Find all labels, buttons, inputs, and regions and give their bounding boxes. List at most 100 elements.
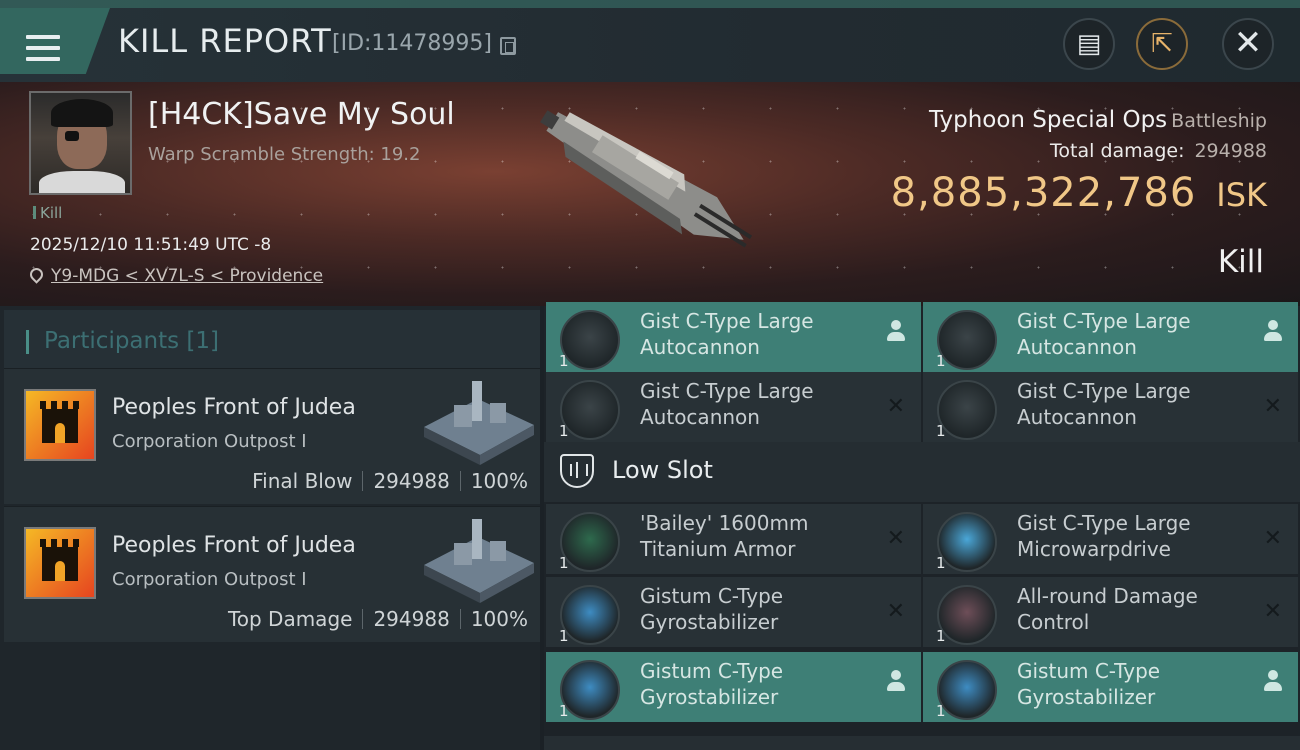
participant-percent: 100%	[470, 607, 528, 631]
victim-portrait[interactable]	[29, 91, 132, 195]
participants-title: Participants [1]	[44, 328, 219, 354]
autocannon-icon	[560, 380, 620, 440]
isk-value-line: 8,885,322,786 ISK	[891, 170, 1267, 216]
participant-corp: Peoples Front of Judea	[112, 395, 356, 420]
item-name: Gist C-Type Large Autocannon	[1017, 379, 1191, 429]
share-button[interactable]: ⇱	[1136, 18, 1188, 70]
kill-location[interactable]: Y9-MDG < XV7L-S < Providence	[27, 265, 323, 286]
report-id: [ID:11478995]	[332, 31, 492, 56]
destroyed-x-icon: ✕	[1263, 394, 1282, 419]
item-quantity: 1	[936, 554, 946, 572]
item-name: Gistum C-Type Gyrostabilizer	[1017, 659, 1161, 709]
fitting-item[interactable]: 1 Gist C-Type Large Autocannon	[546, 302, 921, 372]
destroyed-x-icon: ✕	[1263, 526, 1282, 551]
fitting-item[interactable]: 1 All-round Damage Control ✕	[923, 577, 1298, 647]
outpost-image	[424, 381, 534, 465]
dropped-person-icon	[887, 670, 905, 692]
kill-result: Kill	[1217, 244, 1264, 280]
item-quantity: 1	[936, 422, 946, 440]
gyrostabilizer-icon	[937, 660, 997, 720]
kill-tag: Kill	[33, 204, 62, 222]
ship-image[interactable]	[520, 100, 770, 280]
low-slot-icon	[560, 454, 594, 488]
item-quantity: 1	[559, 627, 569, 645]
participant-ship: Corporation Outpost I	[112, 431, 307, 452]
top-bar: KILL REPORT [ID:11478995] ▤ ⇱ ✕	[0, 0, 1300, 82]
close-button[interactable]: ✕	[1222, 18, 1274, 70]
destroyed-x-icon: ✕	[886, 526, 905, 551]
page-title: KILL REPORT	[118, 22, 332, 60]
dropped-person-icon	[1264, 320, 1282, 342]
isk-unit: ISK	[1216, 176, 1267, 214]
autocannon-icon	[937, 310, 997, 370]
fitting-item[interactable]: 1 Gistum C-Type Gyrostabilizer	[923, 652, 1298, 722]
participant-ship: Corporation Outpost I	[112, 569, 307, 590]
destroyed-x-icon: ✕	[886, 394, 905, 419]
ship-class: Battleship	[1171, 110, 1267, 132]
clipboard-icon: ▤	[1076, 29, 1102, 59]
participant-role: Top Damage	[227, 607, 353, 631]
low-slot-label: Low Slot	[612, 456, 713, 484]
item-name: Gist C-Type Large Autocannon	[640, 309, 814, 359]
item-name: Gistum C-Type Gyrostabilizer	[640, 584, 784, 634]
low-slot-header[interactable]: Low Slot	[544, 442, 1300, 502]
participant-damage: 294988	[373, 469, 450, 493]
fitting-item[interactable]: 1 Gist C-Type Large Autocannon ✕	[923, 372, 1298, 442]
item-quantity: 1	[936, 627, 946, 645]
item-quantity: 1	[936, 702, 946, 720]
participant-role: Final Blow	[252, 469, 353, 493]
ship-name[interactable]: Typhoon Special Ops Battleship	[929, 107, 1267, 133]
participants-header[interactable]: Participants [1]	[4, 310, 540, 372]
fitting-item[interactable]: 1 Gistum C-Type Gyrostabilizer ✕	[546, 577, 921, 647]
fitting-item[interactable]: 1 Gist C-Type Large Autocannon ✕	[546, 372, 921, 442]
fitting-item[interactable]: 1 Gistum C-Type Gyrostabilizer	[546, 652, 921, 722]
item-quantity: 1	[936, 352, 946, 370]
participant-corp: Peoples Front of Judea	[112, 533, 356, 558]
participant-stats: Top Damage 294988 100%	[228, 607, 528, 631]
clipboard-button[interactable]: ▤	[1063, 18, 1115, 70]
item-name: Gist C-Type Large Autocannon	[1017, 309, 1191, 359]
destroyed-x-icon: ✕	[1263, 599, 1282, 624]
location-pin-icon	[27, 265, 46, 284]
share-icon: ⇱	[1151, 29, 1173, 59]
participant-stats: Final Blow 294988 100%	[252, 469, 528, 493]
gyrostabilizer-icon	[560, 660, 620, 720]
kill-datetime: 2025/12/10 11:51:49 UTC -8	[30, 235, 272, 255]
menu-button[interactable]	[0, 8, 110, 74]
item-name: Gist C-Type Large Autocannon	[640, 379, 814, 429]
total-damage-value: 294988	[1194, 140, 1267, 162]
next-slot-header-partial	[544, 736, 1300, 750]
participant-percent: 100%	[470, 469, 528, 493]
close-icon: ✕	[1233, 23, 1263, 63]
victim-name[interactable]: [H4CK]Save My Soul	[148, 97, 455, 132]
fitting-panel: 1 Gist C-Type Large Autocannon 1 Gist C-…	[544, 302, 1300, 750]
location-link[interactable]: Y9-MDG < XV7L-S < Providence	[51, 266, 323, 286]
item-name: Gistum C-Type Gyrostabilizer	[640, 659, 784, 709]
outpost-image	[424, 519, 534, 603]
copy-icon[interactable]	[500, 37, 516, 55]
gyrostabilizer-icon	[560, 585, 620, 645]
dropped-person-icon	[1264, 670, 1282, 692]
corp-logo	[24, 389, 96, 461]
autocannon-icon	[560, 310, 620, 370]
warp-scramble-strength: Warp Scramble Strength: 19.2	[148, 144, 421, 165]
item-name: All-round Damage Control	[1017, 584, 1198, 634]
participant-row[interactable]: Peoples Front of Judea Corporation Outpo…	[4, 368, 540, 504]
participants-panel: Participants [1] Peoples Front of Judea …	[0, 306, 540, 750]
participant-row[interactable]: Peoples Front of Judea Corporation Outpo…	[4, 506, 540, 642]
isk-value: 8,885,322,786	[890, 170, 1197, 216]
microwarpdrive-icon	[937, 512, 997, 572]
fitting-item[interactable]: 1 Gist C-Type Large Microwarpdrive ✕	[923, 504, 1298, 574]
dropped-person-icon	[887, 320, 905, 342]
fitting-item[interactable]: 1 Gist C-Type Large Autocannon	[923, 302, 1298, 372]
fitting-item[interactable]: 1 'Bailey' 1600mm Titanium Armor ✕	[546, 504, 921, 574]
ship-name-text: Typhoon Special Ops	[929, 107, 1168, 133]
participant-damage: 294988	[373, 607, 450, 631]
item-name: 'Bailey' 1600mm Titanium Armor	[640, 511, 809, 561]
item-quantity: 1	[559, 352, 569, 370]
item-quantity: 1	[559, 422, 569, 440]
total-damage: Total damage: 294988	[1050, 140, 1267, 162]
damage-control-icon	[937, 585, 997, 645]
corp-logo	[24, 527, 96, 599]
autocannon-icon	[937, 380, 997, 440]
